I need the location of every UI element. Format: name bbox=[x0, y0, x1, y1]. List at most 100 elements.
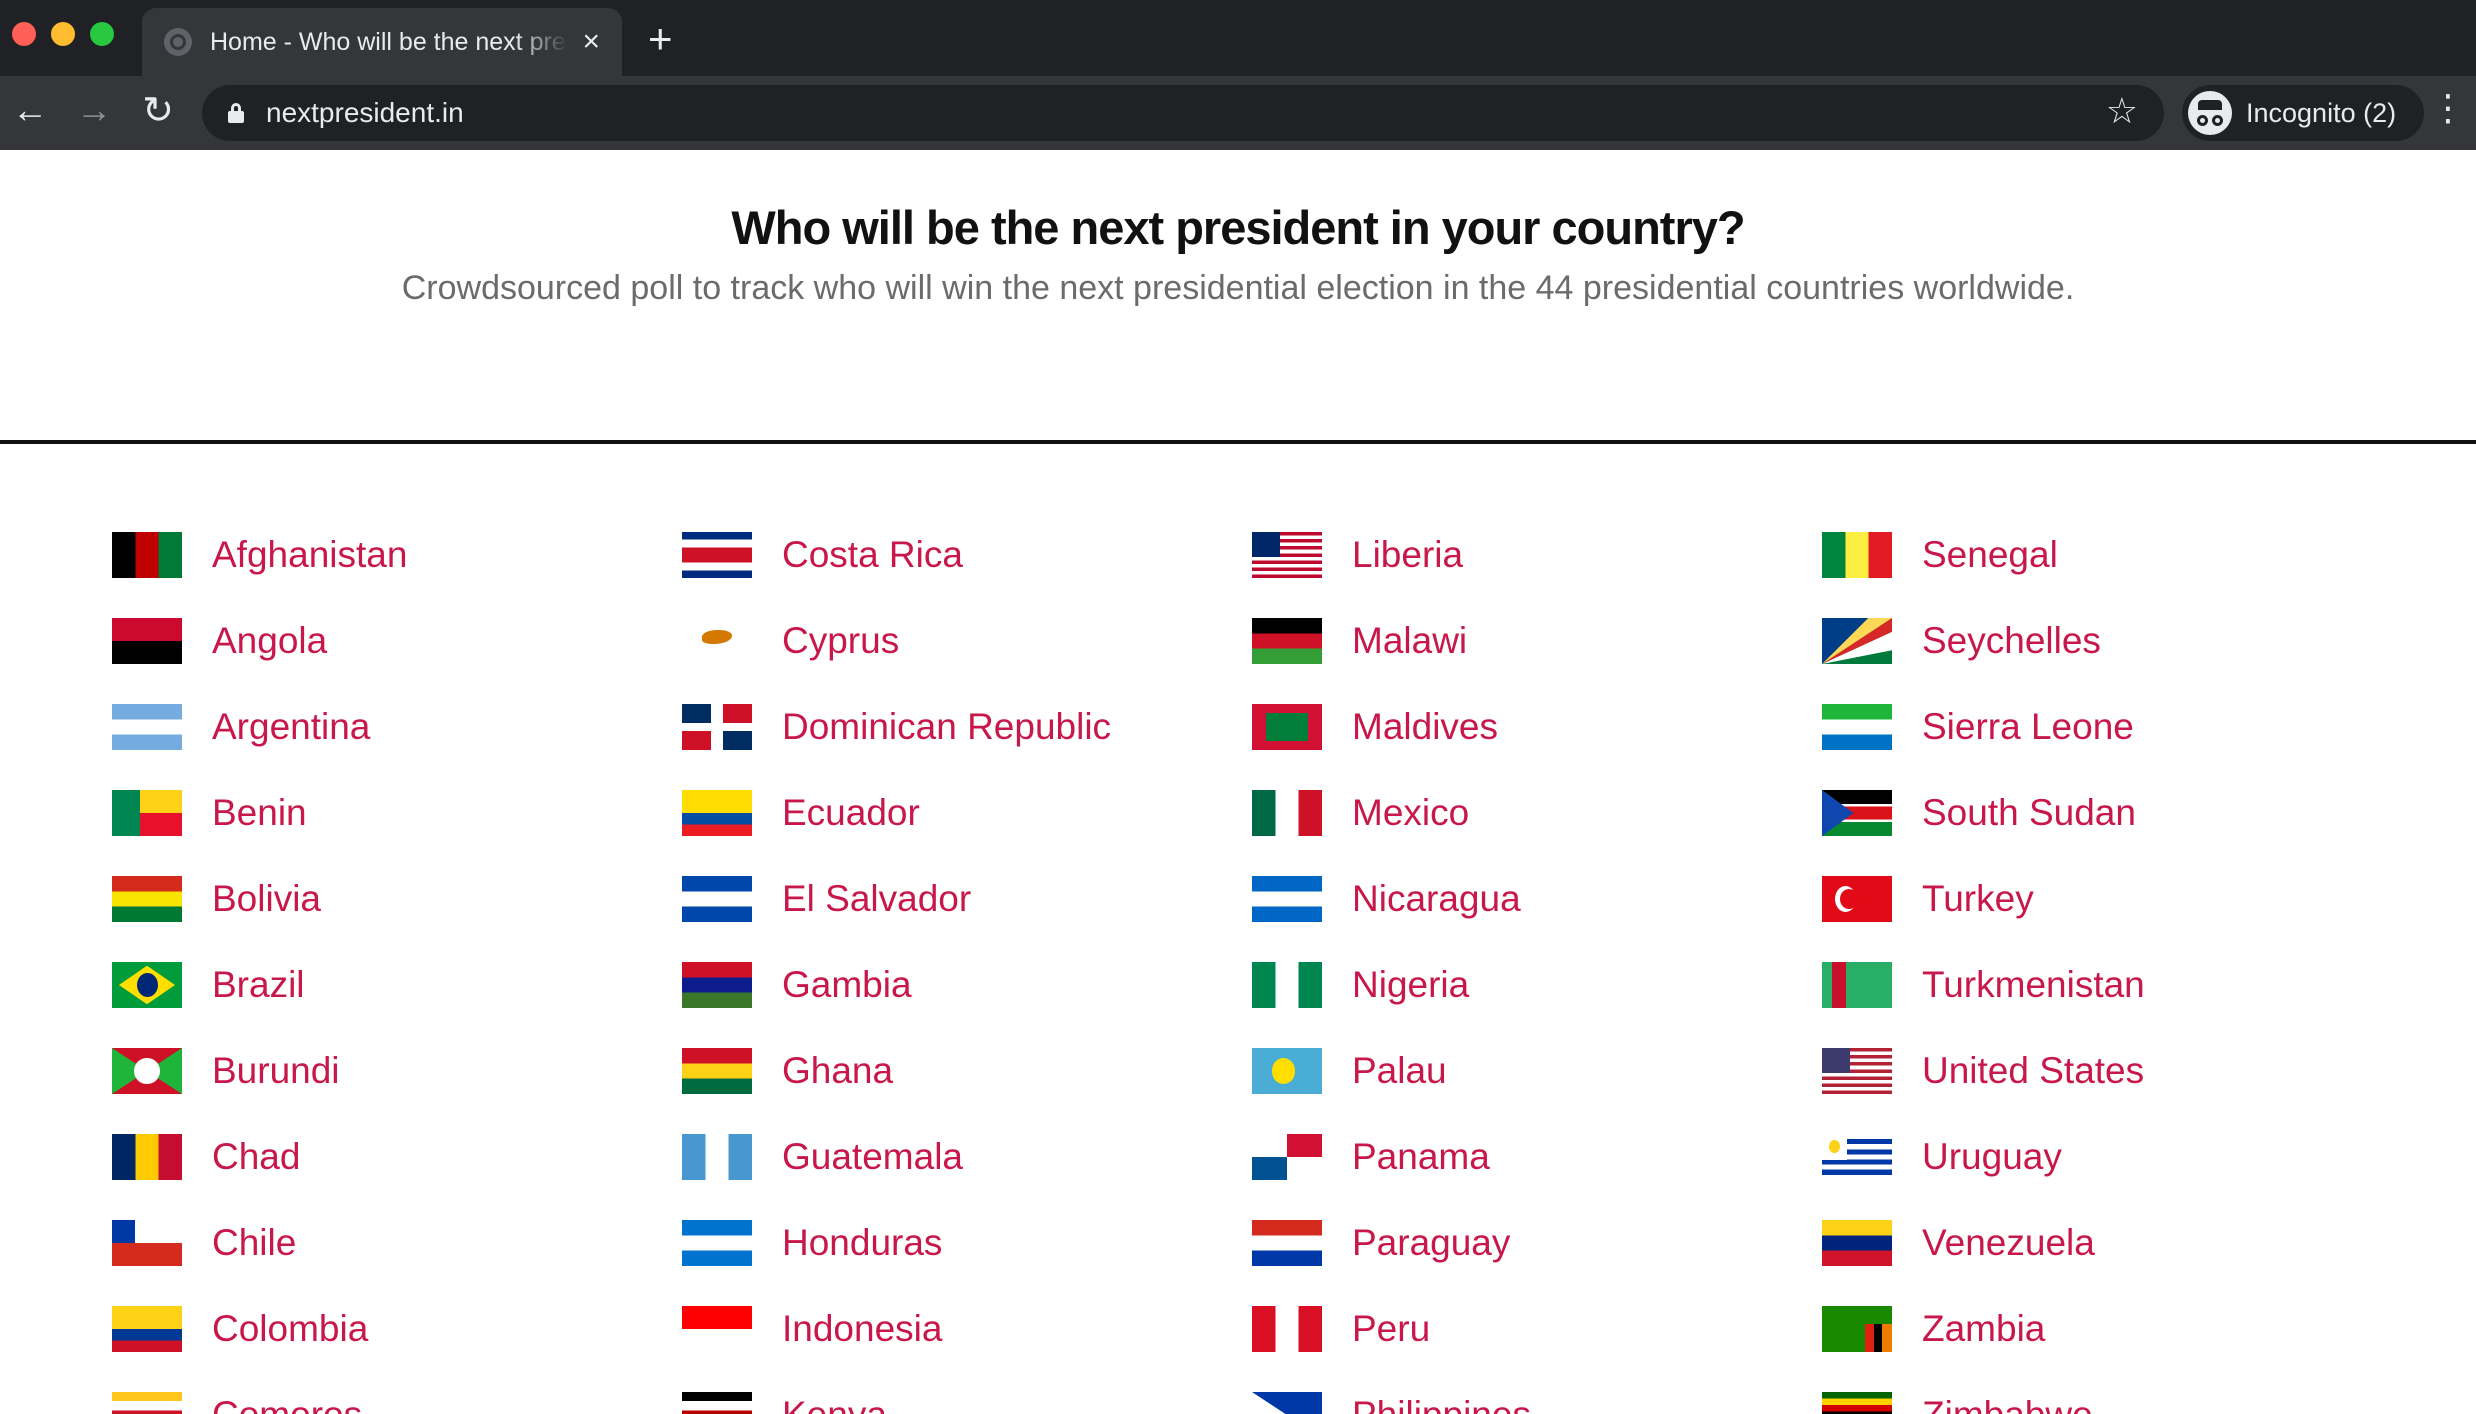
country-name[interactable]: Palau bbox=[1352, 1050, 1447, 1092]
country-name[interactable]: Gambia bbox=[782, 964, 912, 1006]
country-name[interactable]: Turkey bbox=[1922, 878, 2034, 920]
country-name[interactable]: Brazil bbox=[212, 964, 305, 1006]
country-link[interactable]: United States bbox=[1822, 1028, 2392, 1114]
country-link[interactable]: Indonesia bbox=[682, 1286, 1252, 1372]
country-link[interactable]: Ghana bbox=[682, 1028, 1252, 1114]
country-name[interactable]: Liberia bbox=[1352, 534, 1463, 576]
country-name[interactable]: Ecuador bbox=[782, 792, 920, 834]
country-name[interactable]: Guatemala bbox=[782, 1136, 963, 1178]
country-name[interactable]: Afghanistan bbox=[212, 534, 407, 576]
country-link[interactable]: Kenya bbox=[682, 1372, 1252, 1414]
country-link[interactable]: Cyprus bbox=[682, 598, 1252, 684]
country-link[interactable]: Uruguay bbox=[1822, 1114, 2392, 1200]
country-link[interactable]: Panama bbox=[1252, 1114, 1822, 1200]
browser-tab[interactable]: Home - Who will be the next president in… bbox=[142, 8, 622, 76]
country-link[interactable]: Colombia bbox=[112, 1286, 682, 1372]
country-link[interactable]: Peru bbox=[1252, 1286, 1822, 1372]
country-name[interactable]: Burundi bbox=[212, 1050, 340, 1092]
country-link[interactable]: Guatemala bbox=[682, 1114, 1252, 1200]
country-link[interactable]: Philippines bbox=[1252, 1372, 1822, 1414]
country-link[interactable]: Burundi bbox=[112, 1028, 682, 1114]
country-link[interactable]: Mexico bbox=[1252, 770, 1822, 856]
country-link[interactable]: Nicaragua bbox=[1252, 856, 1822, 942]
country-link[interactable]: Turkmenistan bbox=[1822, 942, 2392, 1028]
country-link[interactable]: Comoros bbox=[112, 1372, 682, 1414]
country-link[interactable]: Liberia bbox=[1252, 512, 1822, 598]
country-link[interactable]: Honduras bbox=[682, 1200, 1252, 1286]
country-name[interactable]: Malawi bbox=[1352, 620, 1467, 662]
country-link[interactable]: Seychelles bbox=[1822, 598, 2392, 684]
country-name[interactable]: Nigeria bbox=[1352, 964, 1469, 1006]
country-name[interactable]: Kenya bbox=[782, 1394, 887, 1414]
country-link[interactable]: Malawi bbox=[1252, 598, 1822, 684]
country-name[interactable]: Colombia bbox=[212, 1308, 368, 1350]
country-name[interactable]: Philippines bbox=[1352, 1394, 1531, 1414]
country-name[interactable]: Argentina bbox=[212, 706, 370, 748]
country-name[interactable]: Nicaragua bbox=[1352, 878, 1521, 920]
country-name[interactable]: Uruguay bbox=[1922, 1136, 2062, 1178]
minimize-window-button[interactable] bbox=[51, 22, 75, 46]
country-name[interactable]: El Salvador bbox=[782, 878, 971, 920]
country-name[interactable]: Zambia bbox=[1922, 1308, 2045, 1350]
country-name[interactable]: Peru bbox=[1352, 1308, 1430, 1350]
reload-icon[interactable]: ↻ bbox=[138, 92, 178, 130]
bookmark-star-icon[interactable]: ☆ bbox=[2106, 93, 2138, 129]
country-link[interactable]: Zimbabwe bbox=[1822, 1372, 2392, 1414]
country-name[interactable]: Angola bbox=[212, 620, 327, 662]
country-link[interactable]: Paraguay bbox=[1252, 1200, 1822, 1286]
country-link[interactable]: Argentina bbox=[112, 684, 682, 770]
country-name[interactable]: Ghana bbox=[782, 1050, 893, 1092]
close-window-button[interactable] bbox=[12, 22, 36, 46]
country-name[interactable]: Costa Rica bbox=[782, 534, 963, 576]
country-link[interactable]: Turkey bbox=[1822, 856, 2392, 942]
country-name[interactable]: Chile bbox=[212, 1222, 296, 1264]
country-link[interactable]: South Sudan bbox=[1822, 770, 2392, 856]
country-name[interactable]: Bolivia bbox=[212, 878, 321, 920]
maximize-window-button[interactable] bbox=[90, 22, 114, 46]
country-link[interactable]: Ecuador bbox=[682, 770, 1252, 856]
country-link[interactable]: Zambia bbox=[1822, 1286, 2392, 1372]
country-name[interactable]: Paraguay bbox=[1352, 1222, 1510, 1264]
country-name[interactable]: Senegal bbox=[1922, 534, 2058, 576]
country-name[interactable]: Venezuela bbox=[1922, 1222, 2095, 1264]
country-name[interactable]: Seychelles bbox=[1922, 620, 2101, 662]
back-arrow-icon[interactable]: ← bbox=[10, 92, 50, 128]
address-bar[interactable]: nextpresident.in ☆ bbox=[202, 85, 2164, 141]
incognito-badge[interactable]: Incognito (2) bbox=[2182, 85, 2424, 141]
country-name[interactable]: Sierra Leone bbox=[1922, 706, 2134, 748]
forward-arrow-icon[interactable]: → bbox=[74, 92, 114, 128]
country-link[interactable]: Benin bbox=[112, 770, 682, 856]
country-link[interactable]: Chile bbox=[112, 1200, 682, 1286]
country-link[interactable]: Brazil bbox=[112, 942, 682, 1028]
country-link[interactable]: Afghanistan bbox=[112, 512, 682, 598]
country-name[interactable]: South Sudan bbox=[1922, 792, 2136, 834]
country-link[interactable]: Gambia bbox=[682, 942, 1252, 1028]
country-name[interactable]: Mexico bbox=[1352, 792, 1469, 834]
country-name[interactable]: Indonesia bbox=[782, 1308, 942, 1350]
country-name[interactable]: Comoros bbox=[212, 1394, 362, 1414]
country-link[interactable]: El Salvador bbox=[682, 856, 1252, 942]
country-name[interactable]: Honduras bbox=[782, 1222, 942, 1264]
country-link[interactable]: Chad bbox=[112, 1114, 682, 1200]
country-name[interactable]: Dominican Republic bbox=[782, 706, 1111, 748]
country-link[interactable]: Angola bbox=[112, 598, 682, 684]
country-link[interactable]: Bolivia bbox=[112, 856, 682, 942]
country-name[interactable]: Benin bbox=[212, 792, 307, 834]
url-text[interactable]: nextpresident.in bbox=[266, 97, 464, 129]
country-link[interactable]: Venezuela bbox=[1822, 1200, 2392, 1286]
country-name[interactable]: Turkmenistan bbox=[1922, 964, 2145, 1006]
kebab-menu-icon[interactable]: ⋮ bbox=[2430, 90, 2466, 126]
country-link[interactable]: Palau bbox=[1252, 1028, 1822, 1114]
country-link[interactable]: Costa Rica bbox=[682, 512, 1252, 598]
new-tab-button[interactable]: + bbox=[648, 18, 673, 60]
country-link[interactable]: Maldives bbox=[1252, 684, 1822, 770]
country-name[interactable]: Chad bbox=[212, 1136, 300, 1178]
country-link[interactable]: Senegal bbox=[1822, 512, 2392, 598]
country-name[interactable]: Cyprus bbox=[782, 620, 899, 662]
country-name[interactable]: Maldives bbox=[1352, 706, 1498, 748]
country-link[interactable]: Nigeria bbox=[1252, 942, 1822, 1028]
country-name[interactable]: Panama bbox=[1352, 1136, 1490, 1178]
country-link[interactable]: Sierra Leone bbox=[1822, 684, 2392, 770]
country-name[interactable]: Zimbabwe bbox=[1922, 1394, 2093, 1414]
country-link[interactable]: Dominican Republic bbox=[682, 684, 1252, 770]
